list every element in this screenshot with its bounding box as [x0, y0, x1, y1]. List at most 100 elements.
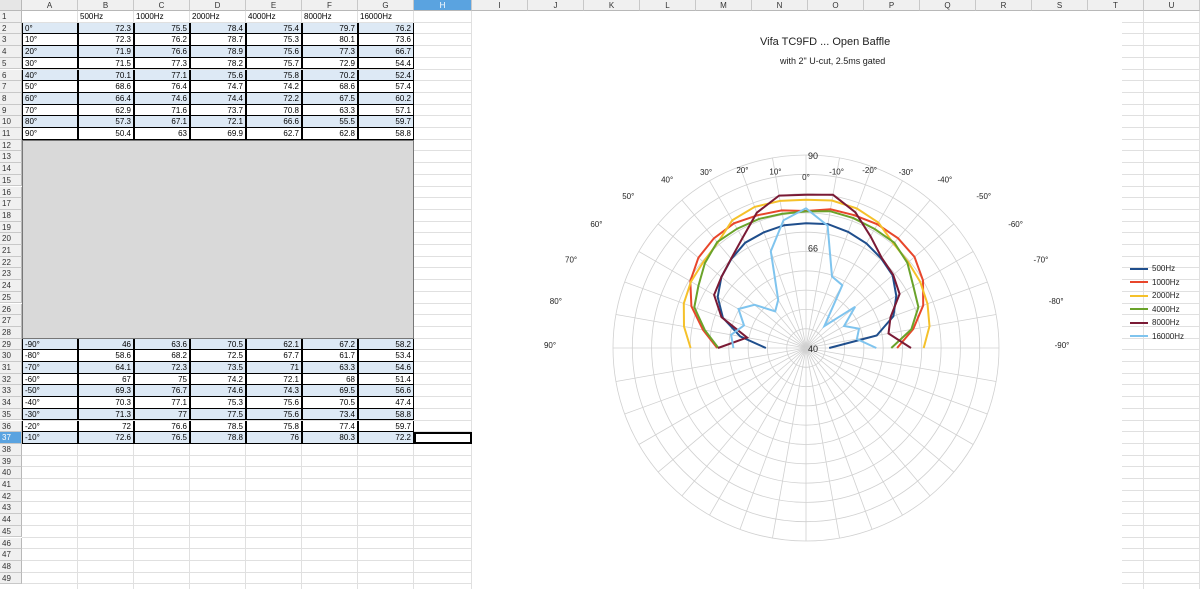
value-cell[interactable]: 68 — [302, 373, 358, 386]
angle-cell[interactable]: 30° — [22, 57, 78, 70]
value-cell[interactable]: 63.3 — [302, 104, 358, 117]
value-cell[interactable]: 72.6 — [78, 432, 134, 444]
value-cell[interactable]: 76.6 — [134, 420, 190, 433]
value-cell[interactable]: 58.2 — [358, 338, 414, 351]
row-header-4[interactable]: 4 — [0, 46, 22, 58]
value-cell[interactable]: 58.6 — [78, 350, 134, 362]
row-header-46[interactable]: 46 — [0, 537, 22, 550]
header-cell-16000hz[interactable]: 16000Hz — [358, 11, 414, 23]
angle-cell[interactable]: -70° — [22, 362, 78, 374]
value-cell[interactable]: 72.2 — [358, 432, 414, 444]
value-cell[interactable]: 70.1 — [78, 69, 134, 82]
angle-cell[interactable]: -80° — [22, 350, 78, 362]
value-cell[interactable]: 72.2 — [246, 92, 302, 105]
angle-cell[interactable]: -30° — [22, 408, 78, 421]
header-cell-4000hz[interactable]: 4000Hz — [246, 11, 302, 23]
row-header-31[interactable]: 31 — [0, 362, 22, 374]
value-cell[interactable]: 75.6 — [246, 46, 302, 58]
column-header-e[interactable]: E — [246, 0, 302, 11]
column-header-i[interactable]: I — [472, 0, 528, 11]
value-cell[interactable]: 57.3 — [78, 116, 134, 128]
angle-cell[interactable]: -10° — [22, 432, 78, 444]
value-cell[interactable]: 69.3 — [78, 385, 134, 398]
value-cell[interactable]: 70.2 — [302, 69, 358, 82]
row-header-12[interactable]: 12 — [0, 139, 22, 152]
row-header-36[interactable]: 36 — [0, 420, 22, 433]
value-cell[interactable]: 75.3 — [190, 397, 246, 409]
value-cell[interactable]: 50.4 — [78, 128, 134, 140]
value-cell[interactable]: 72 — [78, 420, 134, 433]
column-header-f[interactable]: F — [302, 0, 358, 11]
column-header-p[interactable]: P — [864, 0, 920, 11]
row-header-37[interactable]: 37 — [0, 432, 22, 444]
row-header-30[interactable]: 30 — [0, 350, 22, 362]
value-cell[interactable]: 75.3 — [246, 34, 302, 47]
value-cell[interactable]: 74.6 — [190, 385, 246, 398]
value-cell[interactable]: 62.1 — [246, 338, 302, 351]
value-cell[interactable]: 77.1 — [134, 69, 190, 82]
select-all-corner[interactable] — [0, 0, 22, 11]
value-cell[interactable]: 57.1 — [358, 104, 414, 117]
value-cell[interactable]: 64.1 — [78, 362, 134, 374]
header-cell-blank[interactable] — [22, 11, 78, 23]
row-header-44[interactable]: 44 — [0, 514, 22, 526]
value-cell[interactable]: 75.6 — [246, 408, 302, 421]
column-header-j[interactable]: J — [528, 0, 584, 11]
value-cell[interactable]: 75.8 — [246, 420, 302, 433]
value-cell[interactable]: 63 — [134, 128, 190, 140]
value-cell[interactable]: 72.3 — [134, 362, 190, 374]
row-header-7[interactable]: 7 — [0, 81, 22, 93]
row-header-5[interactable]: 5 — [0, 57, 22, 70]
row-header-2[interactable]: 2 — [0, 22, 22, 35]
column-header-s[interactable]: S — [1032, 0, 1088, 11]
value-cell[interactable]: 54.6 — [358, 362, 414, 374]
row-header-18[interactable]: 18 — [0, 209, 22, 222]
value-cell[interactable]: 69.9 — [190, 128, 246, 140]
column-header-q[interactable]: Q — [920, 0, 976, 11]
row-header-9[interactable]: 9 — [0, 104, 22, 117]
column-header-t[interactable]: T — [1088, 0, 1144, 11]
value-cell[interactable]: 67.7 — [246, 350, 302, 362]
value-cell[interactable]: 78.9 — [190, 46, 246, 58]
value-cell[interactable]: 73.4 — [302, 408, 358, 421]
angle-cell[interactable]: 60° — [22, 92, 78, 105]
row-header-8[interactable]: 8 — [0, 92, 22, 105]
value-cell[interactable]: 76.2 — [134, 34, 190, 47]
row-header-6[interactable]: 6 — [0, 69, 22, 82]
row-header-28[interactable]: 28 — [0, 326, 22, 339]
value-cell[interactable]: 76 — [246, 432, 302, 444]
value-cell[interactable]: 67.5 — [302, 92, 358, 105]
header-cell-500hz[interactable]: 500Hz — [78, 11, 134, 23]
value-cell[interactable]: 58.8 — [358, 128, 414, 140]
value-cell[interactable]: 74.2 — [190, 373, 246, 386]
value-cell[interactable]: 61.7 — [302, 350, 358, 362]
value-cell[interactable]: 72.1 — [190, 116, 246, 128]
row-header-33[interactable]: 33 — [0, 385, 22, 398]
column-header-h[interactable]: H — [414, 0, 472, 11]
value-cell[interactable]: 77.1 — [134, 397, 190, 409]
row-header-16[interactable]: 16 — [0, 186, 22, 199]
row-header-11[interactable]: 11 — [0, 128, 22, 140]
value-cell[interactable]: 66.7 — [358, 46, 414, 58]
value-cell[interactable]: 73.5 — [190, 362, 246, 374]
value-cell[interactable]: 74.3 — [246, 385, 302, 398]
row-header-45[interactable]: 45 — [0, 525, 22, 538]
value-cell[interactable]: 73.7 — [190, 104, 246, 117]
value-cell[interactable]: 59.7 — [358, 116, 414, 128]
row-header-22[interactable]: 22 — [0, 256, 22, 269]
value-cell[interactable]: 74.4 — [190, 92, 246, 105]
value-cell[interactable]: 78.5 — [190, 420, 246, 433]
value-cell[interactable]: 70.5 — [190, 338, 246, 351]
row-header-15[interactable]: 15 — [0, 174, 22, 187]
row-header-34[interactable]: 34 — [0, 397, 22, 409]
value-cell[interactable]: 75.4 — [246, 22, 302, 35]
value-cell[interactable]: 70.5 — [302, 397, 358, 409]
row-header-43[interactable]: 43 — [0, 502, 22, 515]
row-header-48[interactable]: 48 — [0, 560, 22, 573]
column-header-l[interactable]: L — [640, 0, 696, 11]
value-cell[interactable]: 77.3 — [302, 46, 358, 58]
value-cell[interactable]: 76.6 — [134, 46, 190, 58]
value-cell[interactable]: 76.5 — [134, 432, 190, 444]
value-cell[interactable]: 75 — [134, 373, 190, 386]
value-cell[interactable]: 78.7 — [190, 34, 246, 47]
